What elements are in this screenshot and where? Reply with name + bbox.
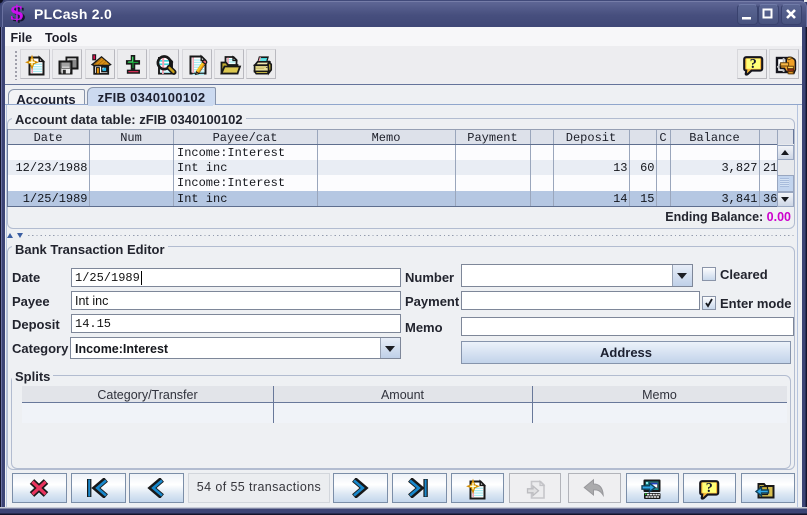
svg-text:?: ? (750, 57, 757, 72)
svg-text:?: ? (706, 480, 713, 495)
